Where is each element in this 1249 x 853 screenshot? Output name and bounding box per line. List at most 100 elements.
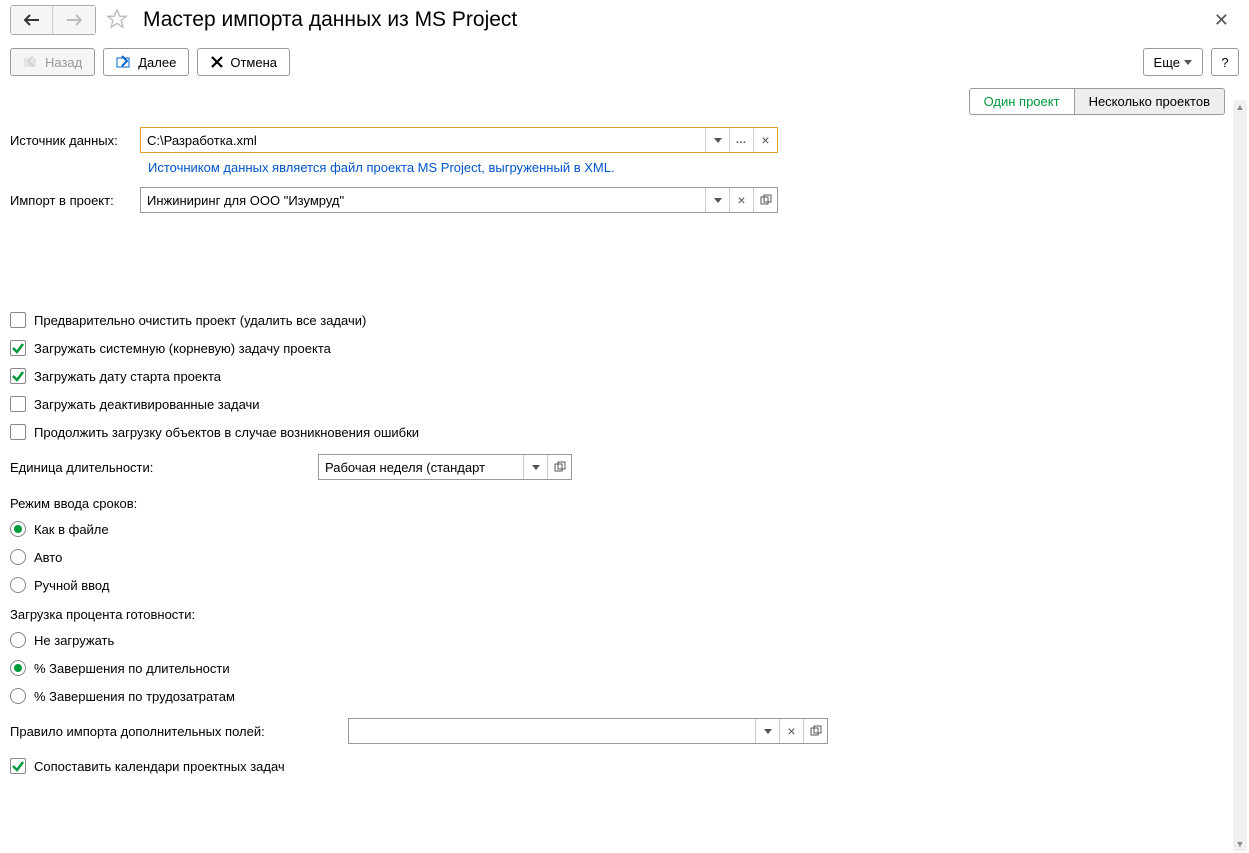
clear-icon: × bbox=[761, 132, 769, 148]
check-load-deactivated[interactable] bbox=[10, 396, 26, 412]
clear-icon: × bbox=[787, 723, 795, 739]
duration-unit-label: Единица длительности: bbox=[10, 460, 318, 475]
check-match-calendars-label: Сопоставить календари проектных задач bbox=[34, 759, 285, 774]
radio-pct-work[interactable] bbox=[10, 688, 26, 704]
radio-pct-work-label: % Завершения по трудозатратам bbox=[34, 689, 235, 704]
check-load-start-row: Загружать дату старта проекта bbox=[10, 362, 1225, 390]
check-clear-project-row: Предварительно очистить проект (удалить … bbox=[10, 306, 1225, 334]
source-row: Источник данных: … × bbox=[10, 127, 1225, 153]
favorite-star-icon[interactable] bbox=[106, 8, 128, 33]
back-button: Назад bbox=[10, 48, 95, 76]
radio-pct-none[interactable] bbox=[10, 632, 26, 648]
close-button[interactable]: ✕ bbox=[1204, 10, 1239, 31]
tab-single-project[interactable]: Один проект bbox=[970, 89, 1074, 114]
project-clear-button[interactable]: × bbox=[729, 188, 753, 212]
scroll-down-arrow[interactable]: ▼ bbox=[1233, 837, 1247, 851]
check-continue-error[interactable] bbox=[10, 424, 26, 440]
source-dropdown-button[interactable] bbox=[705, 128, 729, 152]
source-browse-button[interactable]: … bbox=[729, 128, 753, 152]
project-label: Импорт в проект: bbox=[10, 193, 140, 208]
window-header: Мастер импорта данных из MS Project ✕ bbox=[0, 0, 1249, 40]
check-load-root-row: Загружать системную (корневую) задачу пр… bbox=[10, 334, 1225, 362]
radio-dates-file-row: Как в файле bbox=[10, 515, 1225, 543]
rule-dropdown-button[interactable] bbox=[755, 719, 779, 743]
help-button-label: ? bbox=[1221, 55, 1228, 70]
page-title: Мастер импорта данных из MS Project bbox=[143, 8, 1204, 32]
radio-dates-auto[interactable] bbox=[10, 549, 26, 565]
project-dropdown-button[interactable] bbox=[705, 188, 729, 212]
check-load-start[interactable] bbox=[10, 368, 26, 384]
nav-buttons bbox=[10, 5, 96, 35]
source-hint: Источником данных является файл проекта … bbox=[10, 156, 1225, 187]
radio-dates-auto-row: Авто bbox=[10, 543, 1225, 571]
source-field: … × bbox=[140, 127, 778, 153]
help-button[interactable]: ? bbox=[1211, 48, 1239, 76]
radio-pct-duration-label: % Завершения по длительности bbox=[34, 661, 230, 676]
form-area: Источник данных: … × Источником данных я… bbox=[0, 123, 1249, 780]
scroll-up-arrow[interactable]: ▲ bbox=[1233, 100, 1247, 114]
rule-input[interactable] bbox=[349, 719, 755, 743]
duration-unit-input[interactable] bbox=[319, 455, 523, 479]
radio-pct-duration-row: % Завершения по длительности bbox=[10, 654, 1225, 682]
duration-unit-open-button[interactable] bbox=[547, 455, 571, 479]
vertical-scrollbar[interactable]: ▲ ▼ bbox=[1233, 100, 1247, 851]
more-button-label: Еще bbox=[1154, 55, 1180, 70]
source-clear-button[interactable]: × bbox=[753, 128, 777, 152]
open-icon bbox=[554, 461, 566, 473]
nav-back-button[interactable] bbox=[11, 6, 53, 34]
project-row: Импорт в проект: × bbox=[10, 187, 1225, 213]
project-open-button[interactable] bbox=[753, 188, 777, 212]
next-button[interactable]: Далее bbox=[103, 48, 189, 76]
project-field: × bbox=[140, 187, 778, 213]
dates-mode-label: Режим ввода сроков: bbox=[10, 488, 1225, 515]
radio-dates-manual[interactable] bbox=[10, 577, 26, 593]
check-clear-project[interactable] bbox=[10, 312, 26, 328]
rule-label: Правило импорта дополнительных полей: bbox=[10, 724, 348, 739]
back-button-label: Назад bbox=[45, 55, 82, 70]
check-load-deactivated-row: Загружать деактивированные задачи bbox=[10, 390, 1225, 418]
source-input[interactable] bbox=[141, 128, 705, 152]
chevron-down-icon bbox=[764, 729, 772, 734]
radio-pct-duration[interactable] bbox=[10, 660, 26, 676]
duration-unit-field bbox=[318, 454, 572, 480]
radio-pct-none-label: Не загружать bbox=[34, 633, 114, 648]
radio-pct-work-row: % Завершения по трудозатратам bbox=[10, 682, 1225, 710]
radio-dates-file[interactable] bbox=[10, 521, 26, 537]
project-input[interactable] bbox=[141, 188, 705, 212]
cancel-button[interactable]: Отмена bbox=[197, 48, 290, 76]
check-load-root[interactable] bbox=[10, 340, 26, 356]
radio-pct-none-row: Не загружать bbox=[10, 626, 1225, 654]
chevron-down-icon bbox=[532, 465, 540, 470]
cancel-button-label: Отмена bbox=[230, 55, 277, 70]
clear-icon: × bbox=[737, 192, 745, 208]
toolbar: Назад Далее Отмена Еще ? bbox=[0, 40, 1249, 88]
tabs-row: Один проект Несколько проектов bbox=[0, 88, 1249, 123]
rule-clear-button[interactable]: × bbox=[779, 719, 803, 743]
radio-dates-file-label: Как в файле bbox=[34, 522, 109, 537]
rule-row: Правило импорта дополнительных полей: × bbox=[10, 710, 1225, 752]
chevron-down-icon bbox=[1184, 60, 1192, 65]
chevron-down-icon bbox=[714, 138, 722, 143]
chevron-down-icon bbox=[714, 198, 722, 203]
radio-dates-manual-row: Ручной ввод bbox=[10, 571, 1225, 599]
check-match-calendars[interactable] bbox=[10, 758, 26, 774]
more-button[interactable]: Еще bbox=[1143, 48, 1203, 76]
check-continue-error-label: Продолжить загрузку объектов в случае во… bbox=[34, 425, 419, 440]
check-match-calendars-row: Сопоставить календари проектных задач bbox=[10, 752, 1225, 780]
pct-mode-label: Загрузка процента готовности: bbox=[10, 599, 1225, 626]
rule-open-button[interactable] bbox=[803, 719, 827, 743]
next-button-label: Далее bbox=[138, 55, 176, 70]
tab-multiple-projects[interactable]: Несколько проектов bbox=[1074, 89, 1224, 114]
check-continue-error-row: Продолжить загрузку объектов в случае во… bbox=[10, 418, 1225, 446]
open-icon bbox=[760, 194, 772, 206]
nav-forward-button[interactable] bbox=[53, 6, 95, 34]
check-load-deactivated-label: Загружать деактивированные задачи bbox=[34, 397, 260, 412]
radio-dates-auto-label: Авто bbox=[34, 550, 62, 565]
check-load-root-label: Загружать системную (корневую) задачу пр… bbox=[34, 341, 331, 356]
rule-field: × bbox=[348, 718, 828, 744]
open-icon bbox=[810, 725, 822, 737]
duration-unit-dropdown-button[interactable] bbox=[523, 455, 547, 479]
ellipsis-icon: … bbox=[736, 134, 748, 146]
duration-unit-row: Единица длительности: bbox=[10, 446, 1225, 488]
project-tabs: Один проект Несколько проектов bbox=[969, 88, 1225, 115]
